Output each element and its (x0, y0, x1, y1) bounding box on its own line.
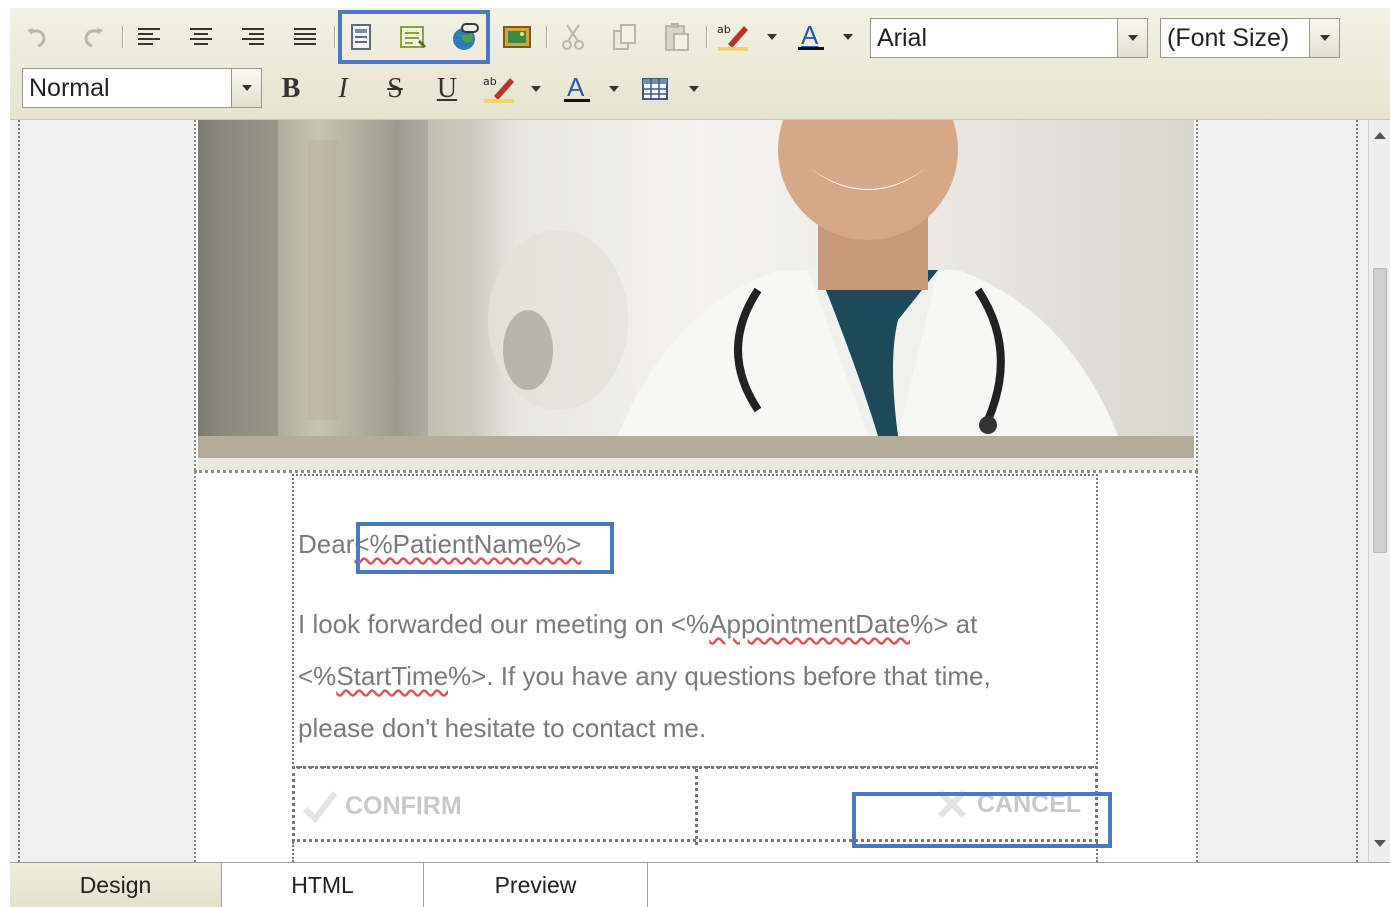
insert-table-icon[interactable] (638, 72, 672, 106)
scrollbar-thumb[interactable] (1373, 268, 1387, 553)
start-time-tag[interactable]: StartTime (336, 661, 448, 691)
design-editor-area[interactable]: Dear<%PatientName%> I look forwarded our… (10, 120, 1390, 862)
message-text-area[interactable]: Dear<%PatientName%> I look forwarded our… (292, 474, 1098, 768)
message-line-2: <%StartTime%>. If you have any questions… (298, 650, 991, 702)
close-icon (937, 789, 967, 819)
bold-button[interactable]: B (276, 72, 306, 106)
section-divider (194, 470, 1198, 473)
toolbar-separator (122, 26, 124, 48)
patient-name-tag[interactable]: <%PatientName%> (354, 529, 581, 559)
banner-band (198, 458, 1194, 470)
cut-icon[interactable] (556, 20, 590, 54)
tab-html[interactable]: HTML (222, 863, 424, 907)
email-border (194, 120, 196, 862)
toolbar-separator (546, 26, 548, 48)
tab-design[interactable]: Design (10, 863, 222, 907)
toolbar-separator (334, 26, 336, 48)
toolbar-separator (706, 26, 708, 48)
svg-text:A: A (801, 22, 819, 50)
svg-text:ab: ab (483, 75, 497, 88)
vertical-scrollbar[interactable] (1368, 120, 1390, 862)
chevron-down-icon[interactable] (1117, 19, 1147, 57)
font-color-icon[interactable]: A (794, 20, 828, 54)
undo-icon[interactable] (20, 20, 54, 54)
chevron-down-icon[interactable] (1309, 19, 1339, 57)
font-size-select[interactable]: (Font Size) (1160, 18, 1340, 58)
message-text: <% (298, 661, 337, 691)
message-text: %>. If you have any questions before tha… (448, 661, 991, 691)
align-center-icon[interactable] (184, 20, 218, 54)
email-template: Dear<%PatientName%> I look forwarded our… (194, 120, 1198, 862)
message-line-1: I look forwarded our meeting on <%Appoin… (298, 598, 977, 650)
doctor-banner-image (198, 120, 1194, 436)
strikethrough-button[interactable]: S (380, 72, 410, 106)
insert-table-dropdown[interactable] (686, 72, 702, 106)
editor-mode-tabs: Design HTML Preview (10, 862, 1390, 907)
email-border (1196, 120, 1198, 862)
greeting-line: Dear<%PatientName%> (298, 518, 581, 570)
editor-edge (18, 120, 20, 862)
confirm-button[interactable]: CONFIRM (301, 787, 462, 825)
highlight-color-dropdown[interactable] (528, 72, 544, 106)
copy-icon[interactable] (608, 20, 642, 54)
tab-preview[interactable]: Preview (424, 863, 648, 907)
paragraph-style-select[interactable]: Normal (22, 68, 262, 108)
paste-icon[interactable] (660, 20, 694, 54)
greeting-word: Dear (298, 529, 355, 559)
message-text: %> at (910, 609, 978, 639)
insert-template-icon[interactable] (344, 20, 378, 54)
redo-icon[interactable] (76, 20, 110, 54)
chevron-down-icon[interactable] (231, 69, 261, 107)
font-size-value: (Font Size) (1167, 23, 1290, 52)
align-right-icon[interactable] (236, 20, 270, 54)
insert-image-icon[interactable] (500, 20, 534, 54)
table-lower-row (292, 842, 1098, 862)
insert-link-icon[interactable] (448, 20, 482, 54)
message-line-3: please don't hesitate to contact me. (298, 713, 707, 743)
cancel-label: CANCEL (977, 789, 1082, 818)
cell-divider (695, 769, 698, 845)
font-color-dropdown[interactable] (606, 72, 622, 106)
italic-button[interactable]: I (328, 72, 358, 106)
cancel-button[interactable]: CANCEL (935, 787, 1081, 821)
font-color-dropdown[interactable] (840, 20, 856, 54)
underline-button[interactable]: U (432, 72, 462, 106)
font-name-value: Arial (877, 23, 928, 52)
svg-text:A: A (567, 74, 585, 102)
editor-edge (1356, 120, 1358, 862)
justify-icon[interactable] (288, 20, 322, 54)
confirm-label: CONFIRM (345, 791, 462, 820)
checkmark-icon (302, 791, 338, 824)
font-name-select[interactable]: Arial (870, 18, 1148, 58)
scroll-down-icon[interactable] (1374, 840, 1386, 847)
highlight-color-icon[interactable]: ab (482, 72, 516, 106)
align-left-icon[interactable] (132, 20, 166, 54)
svg-text:ab: ab (717, 23, 731, 36)
insert-snippet-icon[interactable] (396, 20, 430, 54)
appointment-date-tag[interactable]: AppointmentDate (709, 609, 910, 639)
paragraph-style-value: Normal (29, 73, 110, 102)
highlight-color-dropdown[interactable] (764, 20, 780, 54)
editor-toolbar: ab A Arial (Font Size) Normal B I S U ab… (10, 8, 1390, 120)
action-buttons-row: CONFIRM CANCEL (292, 766, 1098, 845)
highlight-color-icon[interactable]: ab (716, 20, 750, 54)
font-color-icon[interactable]: A (560, 72, 594, 106)
banner-band (198, 436, 1194, 458)
scroll-up-icon[interactable] (1374, 132, 1386, 139)
message-text: I look forwarded our meeting on <% (298, 609, 710, 639)
